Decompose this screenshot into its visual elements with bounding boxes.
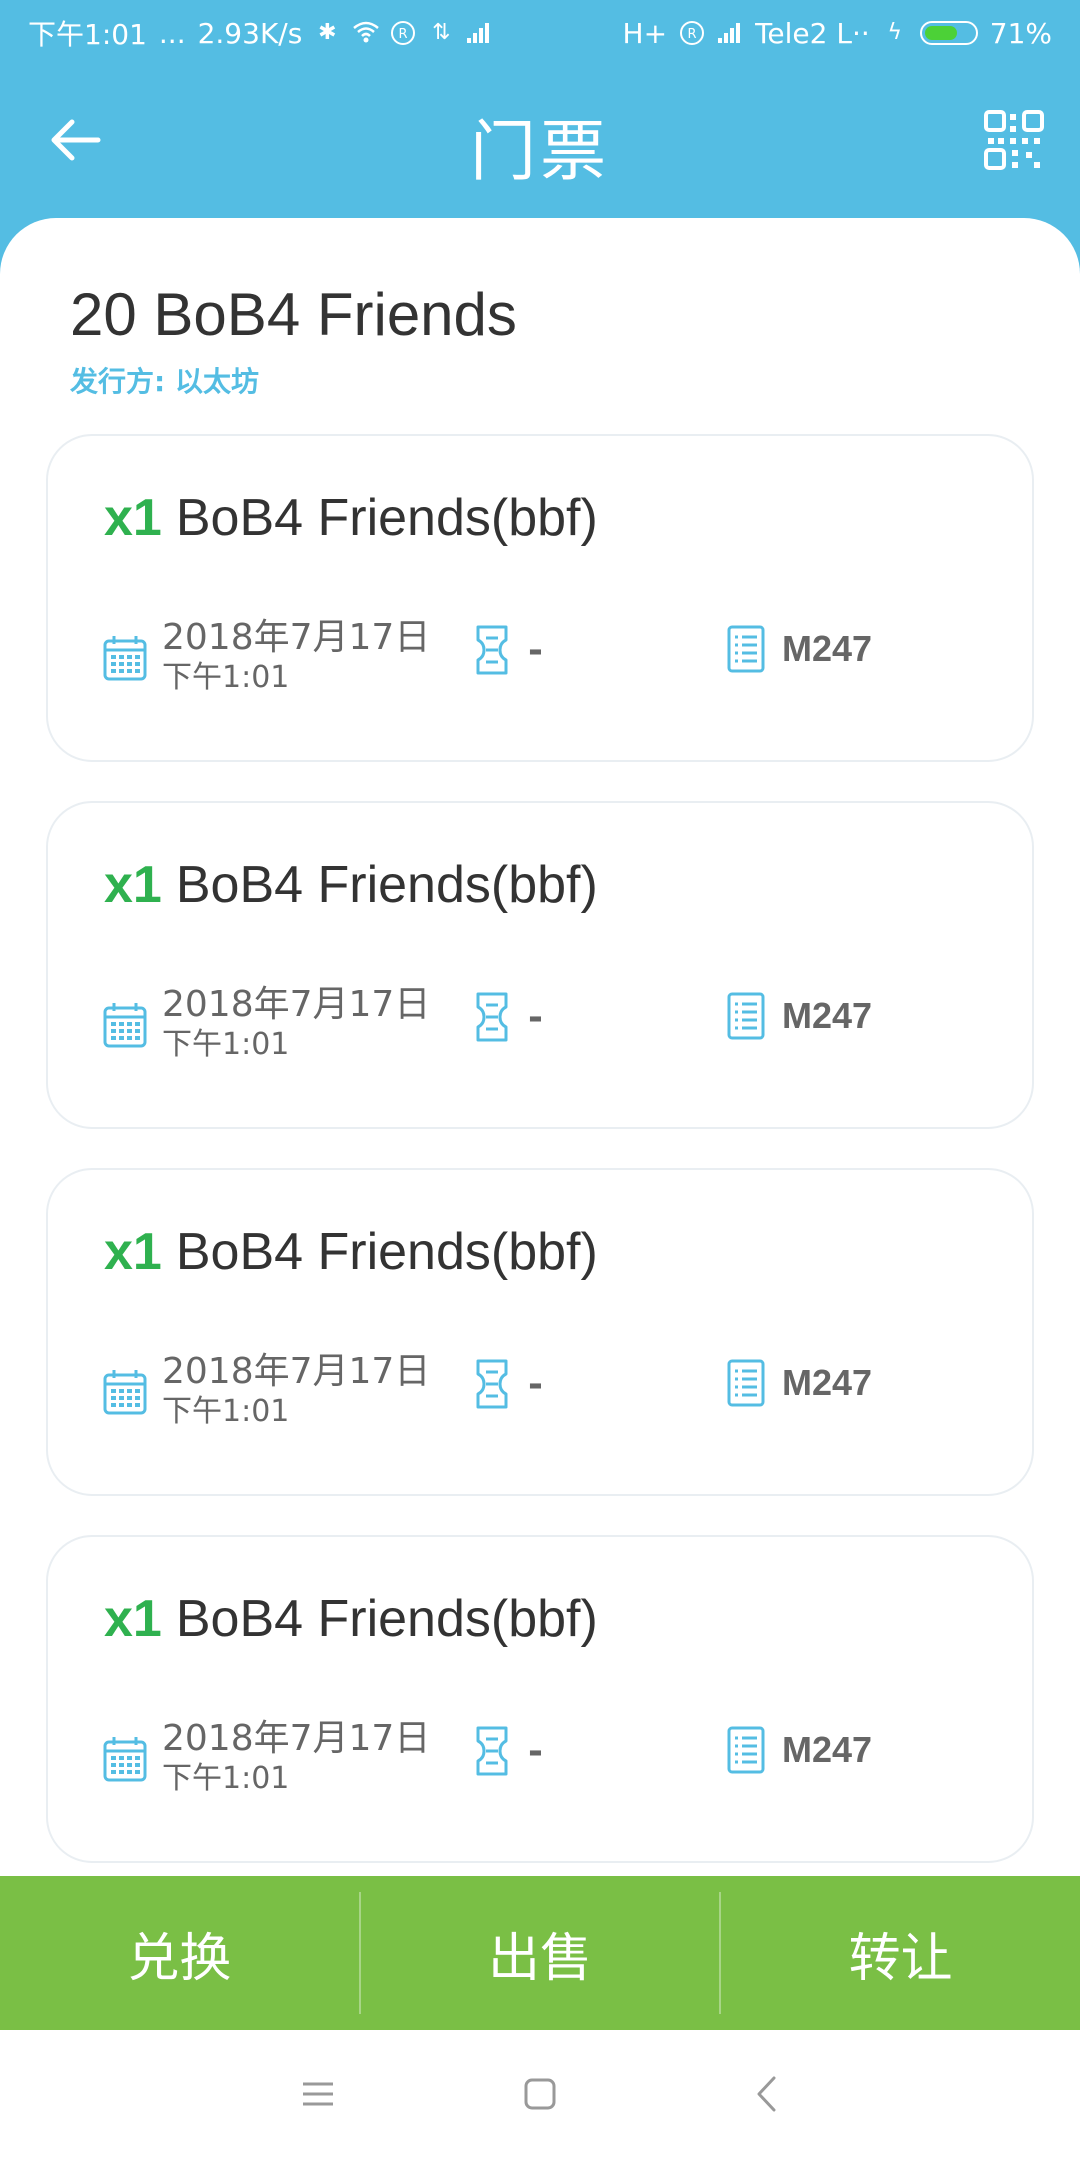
ticket-date: 2018年7月17日 [162, 984, 431, 1025]
ticket-icon [476, 625, 508, 675]
ticket-time: 下午1:01 [162, 1761, 290, 1796]
system-nav-bar [0, 2030, 1080, 2160]
ticket-info-block: - [474, 1725, 543, 1777]
document-list-icon [727, 1359, 765, 1407]
calendar-icon [103, 636, 147, 681]
app-header: 门票 [0, 66, 1080, 218]
calendar-icon [103, 1003, 147, 1048]
qr-code-button[interactable] [984, 110, 1044, 170]
ticket-name: BoB4 Friends(bbf) [175, 1223, 598, 1281]
ticket-code-block: M247 [726, 991, 872, 1041]
calendar-icon [103, 1737, 147, 1782]
ticket-code-block: M247 [726, 1725, 872, 1775]
ticket-info-block: - [474, 624, 543, 676]
battery-fill [924, 26, 958, 40]
ticket-date: 2018年7月17日 [162, 1718, 431, 1759]
network-type: H+ [622, 16, 668, 50]
ticket-date-block: 2018年7月17日 下午1:01 [102, 985, 430, 1065]
network-speed: 2.93K/s [197, 16, 303, 50]
ticket-date: 2018年7月17日 [162, 617, 431, 658]
battery-icon [919, 21, 978, 45]
ticket-time: 下午1:01 [162, 1394, 290, 1429]
ticket-date-block: 2018年7月17日 下午1:01 [102, 618, 430, 698]
ticket-code: M247 [782, 1729, 873, 1770]
issuer-label: 发行方: 以太坊 [70, 365, 259, 398]
ticket-name-row: x1 BoB4 Friends(bbf) [104, 1589, 598, 1649]
ticket-info-block: - [474, 991, 543, 1043]
bluetooth-icon: ✱ [318, 20, 337, 45]
ticket-seat-value: - [528, 1730, 543, 1772]
date-texts: 2018年7月17日 下午1:01 [162, 985, 430, 1065]
date-texts: 2018年7月17日 下午1:01 [162, 1719, 430, 1799]
data-transfer-icon: ⇅ [432, 20, 451, 45]
ticket-name: BoB4 Friends(bbf) [175, 1590, 598, 1648]
ticket-time: 下午1:01 [162, 1027, 290, 1062]
signal-icon-2 [717, 20, 743, 46]
token-title: 20 BoB4 Friends [70, 281, 517, 348]
charging-icon: ϟ [887, 20, 903, 45]
status-bar: 下午1:01 ... 2.93K/s ✱ R ⇅ H+ R Tele2 L·· … [0, 0, 1080, 66]
ticket-name-row: x1 BoB4 Friends(bbf) [104, 855, 598, 915]
ticket-seat-value: - [528, 996, 543, 1038]
ticket-code-block: M247 [726, 1358, 872, 1408]
nav-home-button[interactable] [510, 2064, 570, 2124]
content-sheet: 20 BoB4 Friends 发行方: 以太坊 x1 BoB4 Friends(… [0, 218, 1080, 1878]
ticket-code: M247 [782, 628, 873, 669]
ticket-icon [476, 992, 508, 1042]
home-square-icon [524, 2078, 556, 2110]
redeem-button[interactable]: 兑换 [0, 1876, 359, 2030]
calendar-icon [103, 1370, 147, 1415]
ticket-quantity: x1 [104, 1223, 162, 1281]
document-list-icon [727, 992, 765, 1040]
ticket-icon [476, 1726, 508, 1776]
status-right: H+ R Tele2 L·· ϟ 71% [623, 17, 1052, 50]
document-list-icon [727, 625, 765, 673]
qr-code-icon [984, 110, 1044, 170]
ticket-date-block: 2018年7月17日 下午1:01 [102, 1352, 430, 1432]
ticket-info-block: - [474, 1358, 543, 1410]
ticket-card[interactable]: x1 BoB4 Friends(bbf) 2018年7月17日 下午1:01 -… [46, 801, 1034, 1129]
date-texts: 2018年7月17日 下午1:01 [162, 618, 430, 698]
wifi-icon [352, 20, 380, 46]
status-dots: ... [158, 16, 186, 50]
menu-icon [303, 2082, 333, 2106]
date-texts: 2018年7月17日 下午1:01 [162, 1352, 430, 1432]
ticket-card[interactable]: x1 BoB4 Friends(bbf) 2018年7月17日 下午1:01 -… [46, 434, 1034, 762]
ticket-code-block: M247 [726, 624, 872, 674]
roaming-icon: R [390, 20, 416, 46]
ticket-time: 下午1:01 [162, 660, 290, 695]
ticket-card[interactable]: x1 BoB4 Friends(bbf) 2018年7月17日 下午1:01 -… [46, 1535, 1034, 1863]
status-time: 下午1:01 [28, 18, 147, 51]
roaming-icon-2: R [679, 20, 705, 46]
svg-text:R: R [399, 27, 408, 42]
ticket-quantity: x1 [104, 1590, 162, 1648]
status-left: 下午1:01 ... 2.93K/s ✱ R ⇅ [28, 13, 492, 53]
ticket-date-block: 2018年7月17日 下午1:01 [102, 1719, 430, 1799]
battery-percent: 71% [989, 16, 1052, 50]
ticket-seat-value: - [528, 629, 543, 671]
signal-icon [466, 20, 492, 46]
page-title: 门票 [470, 113, 610, 190]
svg-text:R: R [688, 27, 697, 42]
document-list-icon [727, 1726, 765, 1774]
ticket-name: BoB4 Friends(bbf) [175, 856, 598, 914]
carrier-name: Tele2 L·· [755, 16, 870, 50]
ticket-code: M247 [782, 1362, 873, 1403]
nav-menu-button[interactable] [288, 2064, 348, 2124]
ticket-seat-value: - [528, 1363, 543, 1405]
ticket-date: 2018年7月17日 [162, 1351, 431, 1392]
action-bar: 兑换 出售 转让 [0, 1876, 1080, 2030]
ticket-code: M247 [782, 995, 873, 1036]
ticket-card[interactable]: x1 BoB4 Friends(bbf) 2018年7月17日 下午1:01 -… [46, 1168, 1034, 1496]
ticket-quantity: x1 [104, 489, 162, 547]
ticket-name-row: x1 BoB4 Friends(bbf) [104, 1222, 598, 1282]
ticket-icon [476, 1359, 508, 1409]
chevron-left-icon [757, 2076, 776, 2112]
transfer-button[interactable]: 转让 [721, 1876, 1080, 2030]
ticket-quantity: x1 [104, 856, 162, 914]
nav-back-button[interactable] [736, 2064, 796, 2124]
sell-button[interactable]: 出售 [361, 1876, 720, 2030]
ticket-name-row: x1 BoB4 Friends(bbf) [104, 488, 598, 548]
ticket-name: BoB4 Friends(bbf) [175, 489, 598, 547]
